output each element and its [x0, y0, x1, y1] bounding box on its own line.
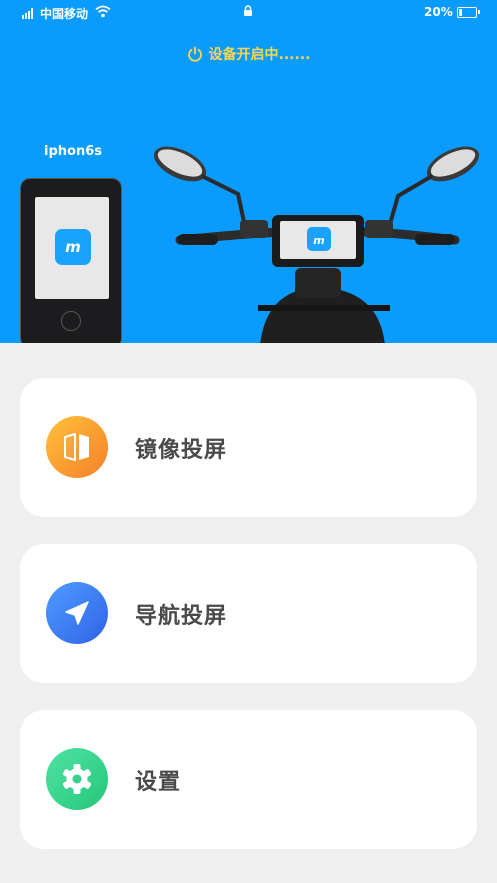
- gear-icon: [62, 764, 92, 794]
- hero-banner: 中国移动 20% 设备开启中...... iphon6s m m: [0, 0, 497, 343]
- mirror-cast-label: 镜像投屏: [135, 438, 228, 463]
- navigation-icon-badge: [46, 582, 108, 644]
- navigation-cast-label: 导航投屏: [135, 604, 228, 629]
- mirror-cast-button[interactable]: 镜像投屏: [20, 378, 477, 517]
- motorcycle-illustration: m: [153, 146, 480, 343]
- status-bar: 中国移动 20%: [0, 0, 497, 26]
- settings-icon-badge: [46, 748, 108, 810]
- lock-icon: [244, 5, 252, 16]
- carrier-name: 中国移动: [40, 7, 89, 21]
- device-status: 设备开启中......: [0, 44, 497, 64]
- battery-fill: [459, 9, 462, 16]
- navigation-cast-button[interactable]: 导航投屏: [20, 544, 477, 683]
- signal-icon: [22, 8, 33, 19]
- phone-screen: m: [35, 197, 109, 299]
- wifi-icon: [95, 5, 111, 18]
- power-icon: [187, 46, 202, 62]
- phone-illustration: m: [20, 178, 122, 343]
- mirror-icon-badge: [46, 416, 108, 478]
- home-button: [61, 311, 81, 331]
- mirror-icon: [64, 433, 89, 461]
- app-logo: m: [55, 229, 91, 265]
- dash-app-logo: m: [313, 234, 324, 247]
- settings-label: 设置: [135, 770, 182, 795]
- device-status-text: 设备开启中......: [208, 47, 311, 63]
- phone-label: iphon6s: [44, 144, 102, 159]
- battery-percent: 20%: [424, 5, 453, 19]
- settings-button[interactable]: 设置: [20, 710, 477, 849]
- navigation-arrow-icon: [65, 601, 89, 625]
- battery-icon: [457, 7, 480, 18]
